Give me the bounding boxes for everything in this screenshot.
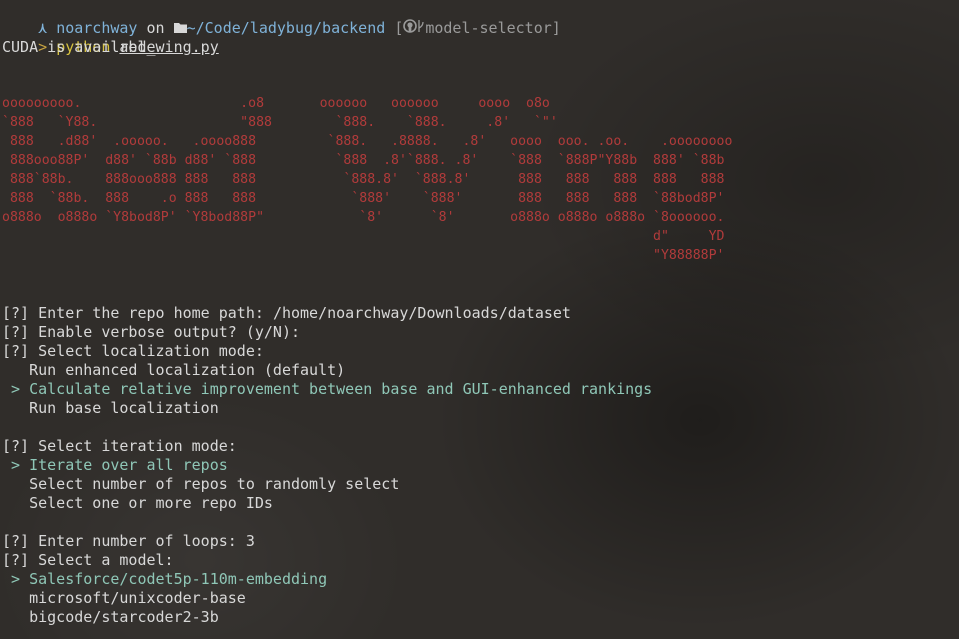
question-mark: [?] xyxy=(2,551,30,569)
question-mark: [?] xyxy=(2,323,30,341)
question-mark: [?] xyxy=(2,437,30,455)
question-iteration: [?] Select iteration mode: xyxy=(2,437,237,456)
question-loops: [?] Enter number of loops: 3 xyxy=(2,532,255,551)
question-model: [?] Select a model: xyxy=(2,551,174,570)
terminal-window[interactable]: ⋏ noarchway on ~/Code/ladybug/backend [m… xyxy=(0,0,959,639)
ascii-banner: ooooooooo. .o8 oooooo oooooo oooo o8o `8… xyxy=(2,96,733,263)
selection-pointer: > xyxy=(11,570,21,588)
model-option-unixcoder[interactable]: microsoft/unixcoder-base xyxy=(2,589,246,608)
option-label: Run enhanced localization (default) xyxy=(29,361,346,379)
question-label: Enable verbose output? (y/N): xyxy=(38,323,301,341)
question-mark: [?] xyxy=(2,304,30,322)
question-label: Select a model: xyxy=(38,551,174,569)
iteration-option-all-selected[interactable]: > Iterate over all repos xyxy=(2,456,228,475)
shell-prompt: ⋏ noarchway on ~/Code/ladybug/backend [m… xyxy=(2,0,561,37)
localization-option-base[interactable]: Run base localization xyxy=(2,399,219,418)
prompt-bracket-close: ] xyxy=(551,19,561,37)
iteration-option-ids[interactable]: Select one or more repo IDs xyxy=(2,494,273,513)
loops-answer: 3 xyxy=(245,532,255,550)
option-label: Salesforce/codet5p-110m-embedding xyxy=(29,570,328,588)
question-mark: [?] xyxy=(2,342,30,360)
question-label: Enter number of loops: xyxy=(38,532,237,550)
question-localization: [?] Select localization mode: xyxy=(2,342,264,361)
localization-option-enhanced[interactable]: Run enhanced localization (default) xyxy=(2,361,345,380)
question-mark: [?] xyxy=(2,532,30,550)
prompt-bracket-open: [ xyxy=(394,19,404,37)
cuda-status: CUDA is available xyxy=(2,38,156,56)
model-option-codet5p-selected[interactable]: > Salesforce/codet5p-110m-embedding xyxy=(2,570,327,589)
option-label: Run base localization xyxy=(29,399,219,417)
localization-option-relative-selected[interactable]: > Calculate relative improvement between… xyxy=(2,380,652,399)
repo-path-answer: /home/noarchway/Downloads/dataset xyxy=(272,304,571,322)
prompt-branch-name: model-selector xyxy=(425,19,552,37)
model-option-starcoder[interactable]: bigcode/starcoder2-3b xyxy=(2,608,219,627)
option-label: Select one or more repo IDs xyxy=(29,494,273,512)
question-repo-path: [?] Enter the repo home path: /home/noar… xyxy=(2,304,571,323)
option-label: Iterate over all repos xyxy=(29,456,228,474)
option-label: Calculate relative improvement between b… xyxy=(29,380,653,398)
question-verbose: [?] Enable verbose output? (y/N): xyxy=(2,323,300,342)
question-label: Select iteration mode: xyxy=(38,437,237,455)
option-label: bigcode/starcoder2-3b xyxy=(29,608,219,626)
iteration-option-random[interactable]: Select number of repos to randomly selec… xyxy=(2,475,399,494)
selection-pointer: > xyxy=(11,380,21,398)
command-line: > python red_wing.py xyxy=(2,19,219,56)
selection-pointer: > xyxy=(11,456,21,474)
github-icon xyxy=(403,19,418,38)
option-label: Select number of repos to randomly selec… xyxy=(29,475,400,493)
question-label: Select localization mode: xyxy=(38,342,264,360)
question-label: Enter the repo home path: xyxy=(38,304,264,322)
option-label: microsoft/unixcoder-base xyxy=(29,589,246,607)
